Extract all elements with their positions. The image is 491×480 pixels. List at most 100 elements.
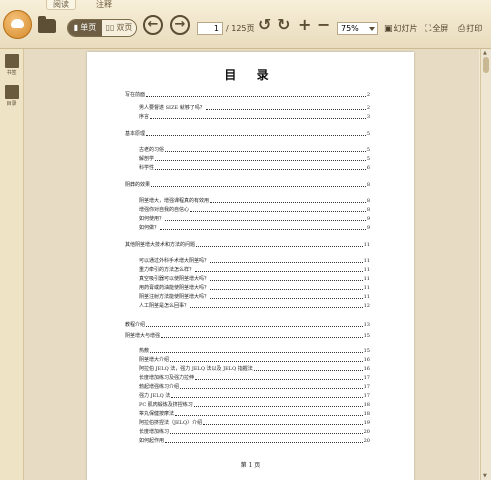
toc-page-number: 6 [366, 165, 370, 171]
toc-entry[interactable]: 阴莽的效果 8 [125, 182, 370, 188]
toc-entry[interactable]: 基本原理 5 [125, 131, 370, 137]
toc-subentry[interactable]: 可以通过外科手术增大阴茎吗？ 11 [139, 258, 370, 264]
toc-entry[interactable]: 阴茎增大与增强 15 [125, 333, 370, 339]
print-button[interactable]: ⎙打印 [458, 22, 482, 36]
toc-leader-dots [165, 220, 366, 221]
toc-subentry[interactable]: 如何起作用 20 [139, 438, 370, 444]
zoom-select[interactable]: 75% [337, 22, 378, 35]
scrollbar-thumb[interactable] [483, 57, 489, 73]
tab-read[interactable]: 阅读 [46, 0, 76, 10]
toc-page-number: 18 [363, 402, 370, 408]
toc-entry-title: 阿拉伯 JELQ 法，强力 JELQ 法以及 JELQ 指握法 [139, 366, 253, 372]
page-total: / 125页 [226, 24, 255, 33]
toc-leader-dots [146, 326, 363, 327]
double-page-button[interactable]: ▯▯ 双页 [102, 20, 136, 36]
toc-subentry[interactable]: 勃起增强练习介绍 17 [139, 384, 370, 390]
toc-subentry[interactable]: 古老的习俗 5 [139, 147, 370, 153]
toc-subentry[interactable]: 阴茎增大，增强课程真的有效用 8 [139, 198, 370, 204]
sidebar-item-bookmarks[interactable]: 书签 [3, 54, 20, 76]
toc-entry-title: 男人要督遂 SIZE 就够了吗？ [139, 105, 205, 111]
toc-page-number: 9 [366, 225, 370, 231]
toc-page-number: 20 [363, 438, 370, 444]
toc-subentry[interactable]: 阿拉伯 JELQ 法，强力 JELQ 法以及 JELQ 指握法 16 [139, 366, 370, 372]
toc-leader-dots [210, 202, 366, 203]
page-footer: 第 1 页 [240, 462, 261, 469]
toc-entry[interactable]: 教程介绍 13 [125, 322, 370, 328]
toc-leader-dots [146, 135, 366, 136]
toc-entry[interactable]: 写在前面 2 [125, 92, 370, 98]
toc-subentry[interactable]: 如何做？ 9 [139, 225, 370, 231]
toc-entry-title: 睾丸保健按摩法 [139, 411, 175, 417]
next-page-button[interactable]: → [170, 15, 190, 35]
toc-leader-dots [171, 397, 363, 398]
toc-subentry[interactable]: 序言 3 [139, 114, 370, 120]
sidebar: 书签 目录 [0, 49, 24, 480]
toc-page-number: 3 [366, 114, 370, 120]
toc-leader-dots [203, 424, 363, 425]
toc-subentry[interactable]: 阴茎增大介绍 16 [139, 357, 370, 363]
toc-page-number: 8 [366, 198, 370, 204]
zoom-out-icon[interactable]: − [317, 17, 330, 33]
toc-subentry[interactable]: 用药膏或药油能使阴茎增大吗？ 11 [139, 285, 370, 291]
slideshow-icon: ▣ [384, 24, 393, 34]
chevron-down-icon [369, 27, 375, 31]
toc-subentry[interactable]: 解剖学 5 [139, 156, 370, 162]
toc-subentry[interactable]: 阴茎注射方法能使阴茎增大吗？ 11 [139, 294, 370, 300]
double-page-label: 双页 [116, 23, 133, 32]
toc-subentry[interactable]: 长度增加练习 20 [139, 429, 370, 435]
scroll-up-icon[interactable]: ▲ [483, 50, 487, 56]
toc-subentry[interactable]: 长度增加练习及强力拉伸 17 [139, 375, 370, 381]
toc-subentry[interactable]: 真空吸引器可以使阴茎增大吗？ 11 [139, 276, 370, 282]
zoom-value: 75% [341, 24, 359, 33]
page-title: 目 录 [224, 68, 277, 82]
toc-leader-dots [146, 96, 366, 97]
toc-subentry[interactable]: 如何使用？ 9 [139, 216, 370, 222]
page-mode-toggle: ▮ 单页 ▯▯ 双页 [67, 19, 137, 37]
toc-page-number: 17 [363, 375, 370, 381]
toc-leader-dots [150, 118, 366, 119]
toc-entry-title: 如何起作用 [139, 438, 165, 444]
toolbar: 阅读 注释 ▮ 单页 ▯▯ 双页 ← → 1 / 125页 ↺ ↻ + − 75% … [0, 0, 491, 49]
fullscreen-button[interactable]: ⛶全屏 [425, 22, 448, 36]
toc-leader-dots [210, 262, 363, 263]
sidebar-item-toc[interactable]: 目录 [3, 85, 20, 107]
slideshow-label: 幻灯片 [393, 24, 418, 33]
toc-entry-title: 古老的习俗 [139, 147, 165, 153]
toc-page-number: 20 [363, 429, 370, 435]
toc-subentry[interactable]: 强力 JELQ 法 17 [139, 393, 370, 399]
toc-leader-dots [161, 337, 363, 338]
toc-entry-title: 基本原理 [125, 131, 146, 137]
rotate-right-icon[interactable]: ↻ [277, 17, 290, 33]
toc-subentry[interactable]: 科学性 6 [139, 165, 370, 171]
toc-entry[interactable]: 其他阴茎增大技术和方法的问题 11 [125, 242, 370, 248]
tab-annotate[interactable]: 注释 [90, 0, 118, 10]
rotate-left-icon[interactable]: ↺ [258, 17, 271, 33]
vertical-scrollbar[interactable]: ▲ ▼ [480, 49, 491, 480]
sidebar-item-label: 目录 [6, 101, 17, 107]
open-folder-icon[interactable] [38, 16, 56, 33]
toc-entry-title: 可以通过外科手术增大阴茎吗？ [139, 258, 210, 264]
page-number-input[interactable]: 1 [197, 22, 223, 35]
toc-page-number: 19 [363, 420, 370, 426]
document-viewer[interactable]: 目 录 写在前面 2 男人要督遂 SIZE 就够了吗？ 2 序言 3 基本原理 5 古老的习俗 5… [24, 49, 479, 480]
single-page-button[interactable]: ▮ 单页 [68, 20, 102, 36]
slideshow-button[interactable]: ▣幻灯片 [384, 22, 418, 36]
scroll-down-icon[interactable]: ▼ [483, 473, 487, 479]
toc-subentry[interactable]: 阿拉伯挤捏法（JELQ）介绍 19 [139, 420, 370, 426]
zoom-in-icon[interactable]: + [298, 17, 311, 33]
toc-subentry[interactable]: 增强你对自我的自信心 8 [139, 207, 370, 213]
toc-subentry[interactable]: 重力牵引的方法怎么样？ 11 [139, 267, 370, 273]
toc-entry-title: 真空吸引器可以使阴茎增大吗？ [139, 276, 210, 282]
prev-page-button[interactable]: ← [143, 15, 163, 35]
mode-tabs: 阅读 注释 [46, 0, 118, 10]
toc-page-number: 8 [366, 207, 370, 213]
toc-leader-dots [210, 289, 363, 290]
toc-subentry[interactable]: PC 肌肉锻炼及挤捏练习 18 [139, 402, 370, 408]
toc-page-number: 2 [366, 105, 370, 111]
toc-leader-dots [160, 229, 366, 230]
toc-subentry[interactable]: 热敷 15 [139, 348, 370, 354]
toc-subentry[interactable]: 睾丸保健按摩法 18 [139, 411, 370, 417]
toc-subentry[interactable]: 人工阴茎是怎么回事？ 12 [139, 303, 370, 309]
toc-entry-title: 如何使用？ [139, 216, 165, 222]
toc-subentry[interactable]: 男人要督遂 SIZE 就够了吗？ 2 [139, 105, 370, 111]
